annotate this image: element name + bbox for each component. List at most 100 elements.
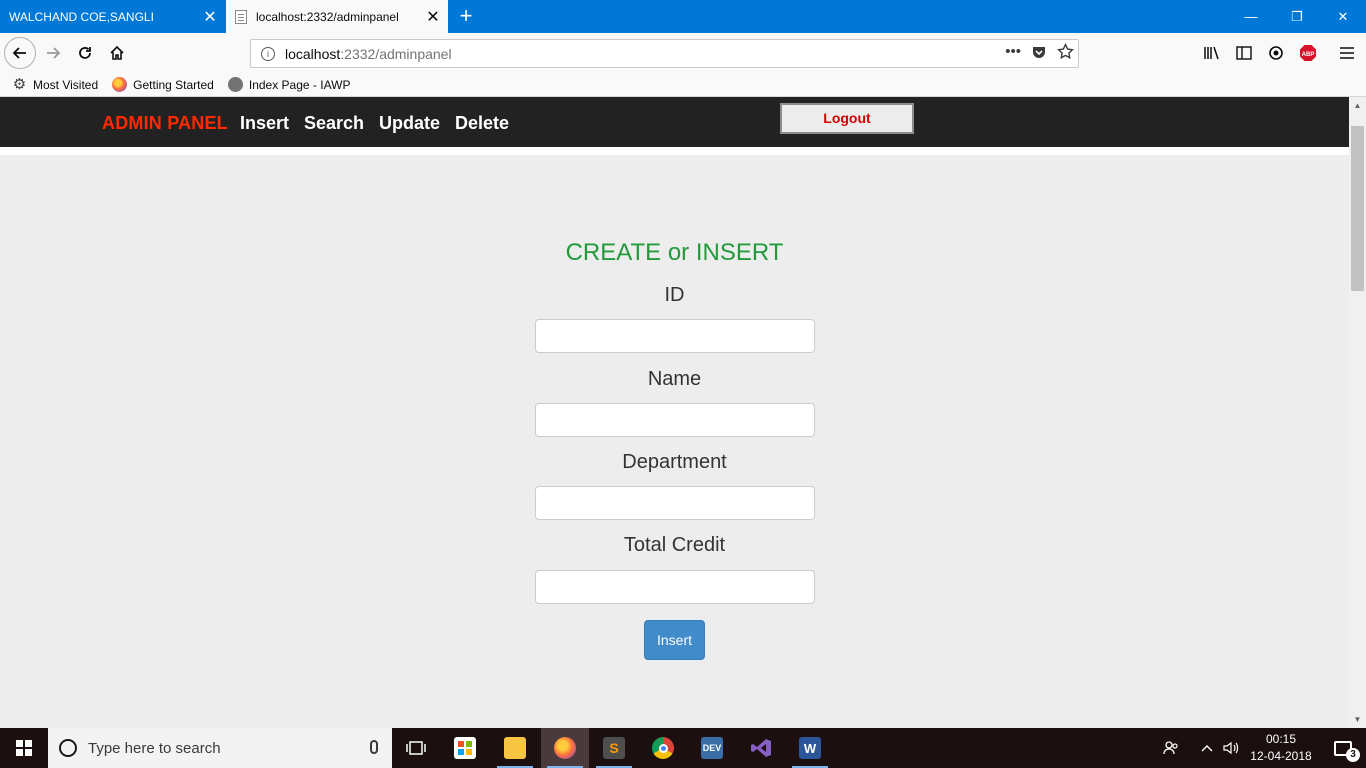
taskbar-sublime-text[interactable]: S — [590, 728, 638, 768]
name-input[interactable] — [535, 403, 815, 437]
header-divider — [0, 147, 1349, 155]
bookmark-index-page[interactable]: Index Page - IAWP — [227, 77, 351, 92]
taskbar-clock[interactable]: 00:15 12-04-2018 — [1246, 731, 1316, 765]
bookmark-label: Index Page - IAWP — [248, 77, 351, 92]
nav-update-link[interactable]: Update — [379, 113, 440, 134]
people-icon[interactable] — [1158, 728, 1184, 768]
close-tab-icon[interactable]: ✕ — [418, 7, 448, 27]
windows-taskbar: Type here to search S DEV W 00:15 12-04-… — [0, 728, 1366, 768]
sync-icon[interactable] — [1264, 42, 1288, 64]
library-icon[interactable] — [1200, 42, 1224, 64]
home-icon — [110, 45, 124, 60]
page-icon — [235, 9, 247, 24]
home-button[interactable] — [102, 39, 132, 67]
speaker-icon[interactable] — [1220, 728, 1242, 768]
reload-button[interactable] — [70, 39, 100, 67]
id-input[interactable] — [535, 319, 815, 353]
department-input[interactable] — [535, 486, 815, 520]
word-icon: W — [799, 737, 821, 759]
department-label: Department — [622, 451, 727, 473]
adblock-icon[interactable]: ABP — [1296, 42, 1320, 64]
task-view-icon — [406, 741, 426, 755]
browser-navigation-toolbar: i localhost:2332/adminpanel ••• ABP — [0, 33, 1366, 73]
tab-walchand[interactable]: WALCHAND COE,SANGLI ✕ — [0, 0, 225, 33]
clock-date: 12-04-2018 — [1250, 749, 1312, 763]
total-credit-input[interactable] — [535, 570, 815, 604]
tab-adminpanel[interactable]: localhost:2332/adminpanel ✕ — [226, 0, 448, 33]
taskbar-store[interactable] — [441, 728, 489, 768]
taskbar-search[interactable]: Type here to search — [48, 728, 392, 768]
insert-submit-button[interactable]: Insert — [644, 620, 705, 660]
bookmark-most-visited[interactable]: ⚙ Most Visited — [12, 77, 98, 92]
id-label: ID — [664, 284, 685, 306]
windows-logo-icon — [16, 740, 32, 756]
taskbar-chrome[interactable] — [639, 728, 687, 768]
close-window-button[interactable]: ✕ — [1320, 0, 1366, 33]
sidebar-icon[interactable] — [1232, 42, 1256, 64]
reload-icon — [79, 47, 91, 59]
taskbar-firefox[interactable] — [541, 728, 589, 768]
url-host: localhost — [285, 45, 341, 62]
page-scrollbar[interactable]: ▲ ▼ — [1349, 97, 1366, 728]
scroll-down-icon[interactable]: ▼ — [1349, 711, 1366, 728]
search-placeholder: Type here to search — [88, 739, 221, 757]
clock-time: 00:15 — [1265, 732, 1297, 746]
restore-button[interactable]: ❐ — [1274, 0, 1320, 33]
bookmark-label: Most Visited — [33, 77, 99, 92]
taskbar-visual-studio-dev[interactable]: DEV — [688, 728, 736, 768]
page-viewport: ADMIN PANEL Insert Search Update Delete … — [0, 97, 1349, 728]
tab-label: WALCHAND COE,SANGLI — [9, 9, 154, 24]
dev-prompt-icon: DEV — [701, 737, 723, 759]
back-arrow-icon — [12, 47, 26, 59]
bookmark-getting-started[interactable]: Getting Started — [112, 77, 214, 92]
taskbar-file-explorer[interactable] — [491, 728, 539, 768]
address-bar[interactable]: i localhost:2332/adminpanel ••• — [250, 39, 1079, 68]
cortana-icon — [59, 739, 77, 757]
gear-icon: ⚙ — [12, 76, 27, 93]
folder-icon — [504, 737, 526, 759]
bookmarks-toolbar: ⚙ Most Visited Getting Started Index Pag… — [0, 73, 1366, 97]
firefox-icon — [554, 737, 576, 759]
admin-header: ADMIN PANEL Insert Search Update Delete … — [0, 97, 1349, 147]
chevron-up-icon[interactable] — [1196, 728, 1218, 768]
nav-insert-link[interactable]: Insert — [240, 113, 289, 134]
taskbar-word[interactable]: W — [786, 728, 834, 768]
forward-arrow-icon — [47, 47, 61, 59]
tab-label: localhost:2332/adminpanel — [256, 9, 399, 24]
firefox-icon — [112, 77, 128, 92]
nav-delete-link[interactable]: Delete — [455, 113, 509, 134]
svg-text:ABP: ABP — [1302, 52, 1315, 58]
logout-button[interactable]: Logout — [780, 103, 914, 134]
chrome-icon — [652, 737, 674, 759]
forward-button[interactable] — [38, 39, 68, 67]
browser-tab-strip: WALCHAND COE,SANGLI ✕ localhost:2332/adm… — [0, 0, 1366, 33]
nav-search-link[interactable]: Search — [304, 113, 364, 134]
page-actions-icon[interactable]: ••• — [1005, 43, 1021, 60]
action-center-button[interactable]: 3 — [1320, 728, 1366, 768]
sublime-text-icon: S — [603, 737, 625, 759]
scroll-up-icon[interactable]: ▲ — [1349, 97, 1366, 114]
start-button[interactable] — [0, 728, 48, 768]
pocket-icon[interactable] — [1031, 44, 1047, 60]
back-button[interactable] — [4, 37, 36, 69]
name-label: Name — [647, 368, 702, 390]
close-tab-icon[interactable]: ✕ — [195, 7, 225, 27]
globe-icon — [227, 77, 243, 92]
brand-title[interactable]: ADMIN PANEL — [102, 113, 228, 134]
form-title: CREATE or INSERT — [565, 239, 784, 266]
notification-icon: 3 — [1334, 740, 1360, 762]
menu-icon[interactable] — [1335, 42, 1359, 64]
scroll-thumb[interactable] — [1351, 126, 1364, 291]
taskbar-visual-studio[interactable] — [737, 728, 785, 768]
bookmark-star-icon[interactable] — [1057, 43, 1074, 60]
store-icon — [454, 737, 476, 759]
url-path: :2332/adminpanel — [340, 45, 452, 62]
visual-studio-icon — [750, 737, 772, 759]
site-info-icon[interactable]: i — [261, 46, 275, 61]
total-credit-label: Total Credit — [623, 534, 726, 556]
minimize-button[interactable]: — — [1228, 0, 1274, 33]
task-view-button[interactable] — [392, 728, 440, 768]
new-tab-button[interactable]: + — [452, 0, 480, 33]
microphone-icon[interactable] — [370, 740, 378, 754]
url-actions: ••• — [1005, 43, 1074, 60]
